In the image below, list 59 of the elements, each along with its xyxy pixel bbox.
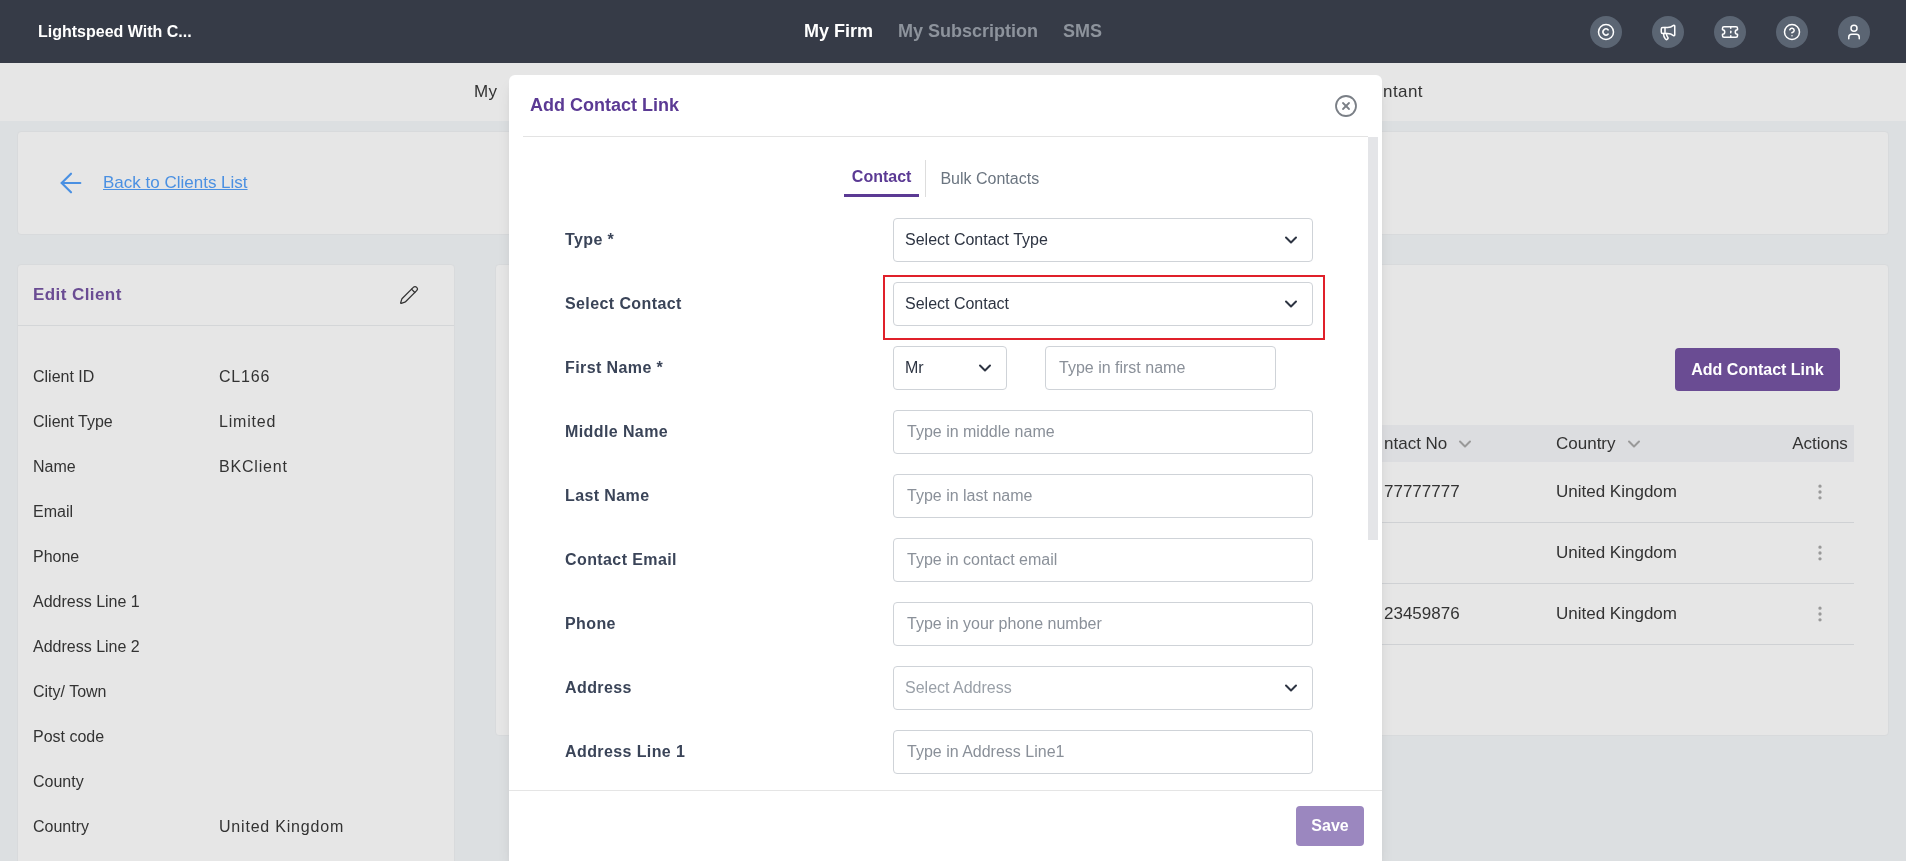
brand-name: Lightspeed With C... — [37, 21, 193, 42]
add-contact-link-button[interactable]: Add Contact Link — [1675, 348, 1840, 391]
field-label: Contact Email — [565, 550, 678, 570]
select-field[interactable]: Select Contact Type — [893, 218, 1313, 262]
copyright-icon[interactable] — [1590, 15, 1622, 48]
table-cell: 23459876 — [1384, 604, 1460, 624]
table-cell: United Kingdom — [1556, 604, 1677, 624]
edit-icon[interactable] — [399, 285, 419, 305]
tab[interactable]: Bulk Contacts — [932, 160, 1048, 197]
field-value: United Kingdom — [219, 816, 345, 837]
field-label: Client Type — [33, 411, 114, 432]
nav-link[interactable]: My Firm — [803, 18, 873, 45]
field-label: Phone — [565, 614, 617, 634]
table-cell: 77777777 — [1384, 482, 1460, 502]
field-label: Client ID — [33, 366, 96, 387]
field-label: Address Line 1 — [33, 591, 141, 612]
input-field[interactable]: Type in first name — [1045, 346, 1276, 390]
field-label: First Name * — [565, 358, 665, 378]
field-value: BKClient — [219, 456, 288, 477]
input-field[interactable]: Type in last name — [893, 474, 1313, 518]
field-label: Address Line 2 — [33, 636, 141, 657]
modal-title: Add Contact Link — [530, 94, 679, 117]
nav-link[interactable]: SMS — [1063, 18, 1102, 45]
tab[interactable]: Contact — [843, 160, 920, 197]
sub-nav-link[interactable]: ntant — [1383, 79, 1423, 105]
field-label: Phone — [33, 546, 81, 567]
input-field[interactable]: Type in Address Line1 — [893, 730, 1313, 774]
table-cell: United Kingdom — [1556, 543, 1677, 563]
field-label: Address — [565, 678, 633, 698]
field-value: Limited — [219, 411, 277, 432]
scrollbar[interactable] — [1368, 137, 1378, 540]
card-title: Edit Client — [33, 284, 122, 307]
field-label: Type * — [565, 230, 616, 250]
ticket-icon[interactable] — [1714, 15, 1746, 48]
user-icon[interactable] — [1838, 15, 1870, 48]
field-label: Address Line 1 — [565, 742, 687, 762]
nav-link[interactable]: My Subscription — [898, 18, 1038, 45]
field-label: Last Name — [565, 486, 651, 506]
title-select[interactable]: Mr — [893, 346, 1007, 390]
input-field[interactable]: Type in middle name — [893, 410, 1313, 454]
field-label: Name — [33, 456, 77, 477]
field-label: City/ Town — [33, 681, 108, 702]
close-icon[interactable] — [1334, 93, 1358, 118]
input-field[interactable]: Type in your phone number — [893, 602, 1313, 646]
field-label: Middle Name — [565, 422, 670, 442]
column-header[interactable]: Country — [1556, 430, 1616, 457]
field-label: Select Contact — [565, 294, 683, 314]
field-label: Country — [33, 816, 91, 837]
column-header[interactable]: ntact No — [1384, 430, 1448, 457]
help-icon[interactable] — [1776, 15, 1808, 48]
input-field[interactable]: Type in contact email — [893, 538, 1313, 582]
field-label: Email — [33, 501, 74, 522]
field-label: Post code — [33, 726, 106, 747]
field-label: County — [33, 771, 85, 792]
select-field[interactable]: Select Contact — [893, 282, 1313, 326]
field-value: CL166 — [219, 366, 271, 387]
column-header[interactable]: Actions — [1792, 430, 1848, 457]
megaphone-icon[interactable] — [1652, 15, 1684, 48]
table-cell: United Kingdom — [1556, 482, 1677, 502]
